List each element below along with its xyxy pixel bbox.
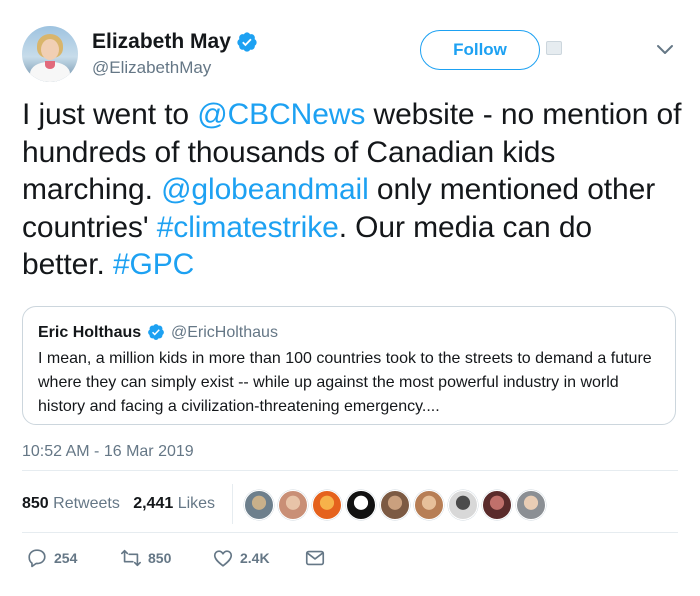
envelope-icon: [305, 550, 325, 566]
author-avatar[interactable]: [22, 26, 78, 82]
liker-avatar[interactable]: [482, 490, 512, 520]
verified-badge-icon: [237, 32, 257, 52]
liker-avatar[interactable]: [346, 490, 376, 520]
retweet-count: 850: [148, 550, 172, 566]
tweet-text: I just went to @CBCNews website - no men…: [22, 96, 682, 284]
mention-link[interactable]: @CBCNews: [197, 98, 365, 131]
like-count: 2.4K: [240, 550, 270, 566]
quoted-tweet[interactable]: Eric Holthaus @EricHolthaus I mean, a mi…: [22, 306, 676, 425]
quote-verified-badge-icon: [148, 324, 164, 340]
direct-message-button[interactable]: [304, 546, 326, 570]
liker-avatar[interactable]: [278, 490, 308, 520]
reply-button[interactable]: 254: [26, 546, 77, 570]
follow-button[interactable]: Follow: [420, 30, 540, 70]
retweet-icon: [121, 549, 141, 567]
divider: [22, 532, 678, 533]
reply-count: 254: [54, 550, 78, 566]
tweet-actions: 254 850 2.4K: [22, 546, 422, 570]
like-button[interactable]: 2.4K: [212, 546, 270, 570]
quote-author-name: Eric Holthaus: [38, 324, 142, 341]
tweet-text-segment: I just went to: [22, 98, 198, 131]
quote-author-handle: @EricHolthaus: [171, 324, 278, 341]
liker-avatar[interactable]: [244, 490, 274, 520]
author-handle[interactable]: @ElizabethMay: [92, 58, 211, 78]
liker-avatar[interactable]: [312, 490, 342, 520]
likes-stat[interactable]: 2,441 Likes: [133, 495, 215, 512]
retweets-count: 850: [22, 495, 49, 512]
liker-avatar[interactable]: [380, 490, 410, 520]
engagement-stats: 850 Retweets 2,441 Likes: [22, 495, 215, 513]
retweet-button[interactable]: 850: [120, 546, 171, 570]
hashtag-link[interactable]: #climatestrike: [157, 211, 339, 244]
quote-text: I mean, a million kids in more than 100 …: [38, 350, 652, 415]
tweet-timestamp[interactable]: 10:52 AM - 16 Mar 2019: [22, 443, 194, 461]
heart-icon: [213, 550, 233, 567]
chevron-down-icon[interactable]: [656, 44, 674, 56]
reply-icon: [28, 549, 46, 568]
likes-label: Likes: [177, 495, 216, 512]
likes-count: 2,441: [133, 495, 174, 512]
liker-avatar[interactable]: [516, 490, 546, 520]
divider: [22, 470, 678, 471]
mention-link[interactable]: @globeandmail: [161, 173, 369, 206]
retweets-stat[interactable]: 850 Retweets: [22, 495, 120, 512]
stats-separator: [232, 484, 233, 524]
hashtag-link[interactable]: #GPC: [113, 248, 194, 281]
author-name[interactable]: Elizabeth May: [92, 30, 231, 54]
notification-icon[interactable]: [546, 41, 562, 55]
liker-avatar[interactable]: [448, 490, 478, 520]
liker-avatar[interactable]: [414, 490, 444, 520]
retweets-label: Retweets: [53, 495, 120, 512]
